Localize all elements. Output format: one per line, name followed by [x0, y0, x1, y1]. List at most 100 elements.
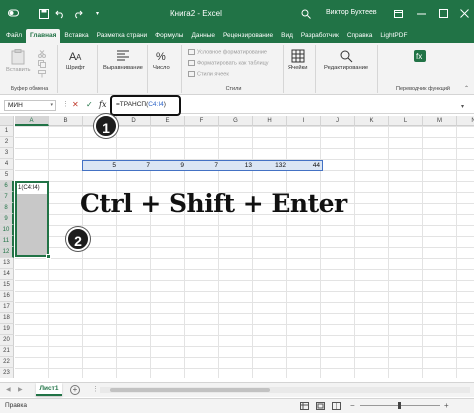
enter-icon[interactable]: ✓ — [86, 101, 93, 109]
cells-button[interactable]: Ячейки — [288, 49, 307, 71]
cell-c4[interactable]: 5 — [85, 160, 119, 171]
cell-i4[interactable]: 44 — [289, 160, 323, 171]
zoom-out-icon[interactable]: − — [350, 401, 355, 410]
normal-view-icon[interactable] — [300, 402, 309, 412]
function-translator-button[interactable]: fx — [413, 49, 427, 65]
conditional-formatting-button[interactable]: Условное форматирование — [188, 49, 267, 55]
select-all-corner[interactable] — [0, 116, 14, 126]
row-header-22[interactable]: 22 — [0, 357, 14, 368]
formula-bar-dots-icon[interactable]: ⋮ — [62, 100, 69, 108]
row-header-13[interactable]: 13 — [0, 258, 14, 269]
number-button[interactable]: % Число — [153, 49, 170, 71]
column-header-h[interactable]: H — [253, 116, 287, 126]
row-header-15[interactable]: 15 — [0, 280, 14, 291]
row-header-18[interactable]: 18 — [0, 313, 14, 324]
minimize-icon[interactable] — [414, 7, 428, 20]
chevron-down-icon[interactable]: ▾ — [50, 101, 53, 110]
undo-icon[interactable] — [54, 8, 65, 19]
zoom-slider[interactable] — [360, 402, 440, 409]
editing-button[interactable]: Редактирование — [324, 49, 368, 71]
fill-handle[interactable] — [46, 254, 51, 259]
cut-icon[interactable] — [38, 50, 46, 60]
row-header-10[interactable]: 10 — [0, 225, 14, 236]
page-break-view-icon[interactable] — [332, 402, 341, 412]
row-header-7[interactable]: 7 — [0, 192, 14, 203]
page-layout-view-icon[interactable] — [316, 402, 325, 412]
column-header-m[interactable]: M — [423, 116, 457, 126]
expand-formula-bar-icon[interactable]: ▾ — [461, 103, 464, 110]
row-header-20[interactable]: 20 — [0, 335, 14, 346]
horizontal-scrollbar[interactable] — [100, 387, 470, 393]
row-header-21[interactable]: 21 — [0, 346, 14, 357]
tab-home[interactable]: Главная — [25, 29, 61, 43]
row-header-16[interactable]: 16 — [0, 291, 14, 302]
tab-file[interactable]: Файл — [2, 29, 26, 43]
name-box[interactable]: МИН ▾ — [4, 100, 56, 111]
tab-review[interactable]: Рецензирование — [219, 29, 277, 43]
cell-styles-button[interactable]: Стили ячеек — [188, 71, 229, 77]
next-sheet-icon[interactable]: ▶ — [18, 386, 23, 393]
user-name[interactable]: Виктор Бухтеев — [326, 9, 377, 16]
cell-a6[interactable]: 1(C4:I4) — [17, 183, 47, 194]
zoom-in-icon[interactable]: + — [444, 401, 449, 410]
collapse-ribbon-icon[interactable]: ⌃ — [464, 85, 469, 92]
row-header-2[interactable]: 2 — [0, 137, 14, 148]
formula-input[interactable]: =ТРАНСП(C4:I4) — [116, 101, 166, 108]
alignment-button[interactable]: Выравнивание — [103, 49, 143, 71]
column-header-g[interactable]: G — [219, 116, 253, 126]
selected-range-a6-a12[interactable]: 1(C4:I4) — [15, 181, 49, 257]
row-header-12[interactable]: 12 — [0, 247, 14, 258]
column-header-a[interactable]: A — [15, 116, 49, 126]
column-header-n[interactable]: N — [457, 116, 474, 126]
close-icon[interactable] — [457, 7, 471, 20]
cell-f4[interactable]: 7 — [187, 160, 221, 171]
prev-sheet-icon[interactable]: ◀ — [6, 386, 11, 393]
autosave-icon[interactable] — [8, 8, 19, 19]
row-header-6[interactable]: 6 — [0, 181, 14, 192]
row-header-17[interactable]: 17 — [0, 302, 14, 313]
column-header-f[interactable]: F — [185, 116, 219, 126]
ribbon-display-icon[interactable] — [391, 7, 405, 20]
cell-e4[interactable]: 9 — [153, 160, 187, 171]
tab-view[interactable]: Вид — [277, 29, 297, 43]
row-header-8[interactable]: 8 — [0, 203, 14, 214]
maximize-icon[interactable] — [436, 7, 450, 20]
format-as-table-button[interactable]: Форматировать как таблицу — [188, 60, 269, 66]
sheet-bar-dots-icon[interactable]: ⋮ — [92, 385, 99, 393]
column-header-e[interactable]: E — [151, 116, 185, 126]
tab-formulas[interactable]: Формулы — [151, 29, 187, 43]
cell-d4[interactable]: 7 — [119, 160, 153, 171]
row-header-11[interactable]: 11 — [0, 236, 14, 247]
column-header-j[interactable]: J — [321, 116, 355, 126]
horizontal-scroll-thumb[interactable] — [110, 388, 270, 392]
column-header-b[interactable]: B — [49, 116, 83, 126]
row-header-4[interactable]: 4 — [0, 159, 14, 170]
copy-icon[interactable] — [38, 60, 46, 70]
search-icon[interactable] — [300, 8, 311, 19]
column-header-k[interactable]: K — [355, 116, 389, 126]
cell-h4[interactable]: 132 — [255, 160, 289, 171]
tab-help[interactable]: Справка — [343, 29, 377, 43]
zoom-slider-knob[interactable] — [398, 402, 401, 409]
cell-g4[interactable]: 13 — [221, 160, 255, 171]
customize-qat-icon[interactable]: ▾ — [92, 8, 103, 19]
tab-page-layout[interactable]: Разметка страни — [93, 29, 152, 43]
save-icon[interactable] — [38, 8, 49, 19]
redo-icon[interactable] — [72, 8, 83, 19]
row-header-5[interactable]: 5 — [0, 170, 14, 181]
row-header-3[interactable]: 3 — [0, 148, 14, 159]
column-header-l[interactable]: L — [389, 116, 423, 126]
insert-function-icon[interactable]: fx — [99, 101, 106, 109]
paste-button[interactable]: Вставить — [6, 49, 31, 73]
sheet-tab-list1[interactable]: Лист1 — [36, 383, 62, 396]
cancel-icon[interactable]: ✕ — [72, 101, 79, 109]
row-header-14[interactable]: 14 — [0, 269, 14, 280]
tab-data[interactable]: Данные — [187, 29, 218, 43]
tab-insert[interactable]: Вставка — [60, 29, 92, 43]
row-header-9[interactable]: 9 — [0, 214, 14, 225]
format-painter-icon[interactable] — [38, 70, 46, 80]
row-header-23[interactable]: 23 — [0, 368, 14, 378]
tab-lightpdf[interactable]: LightPDF — [376, 29, 411, 43]
column-header-i[interactable]: I — [287, 116, 321, 126]
row-header-19[interactable]: 19 — [0, 324, 14, 335]
